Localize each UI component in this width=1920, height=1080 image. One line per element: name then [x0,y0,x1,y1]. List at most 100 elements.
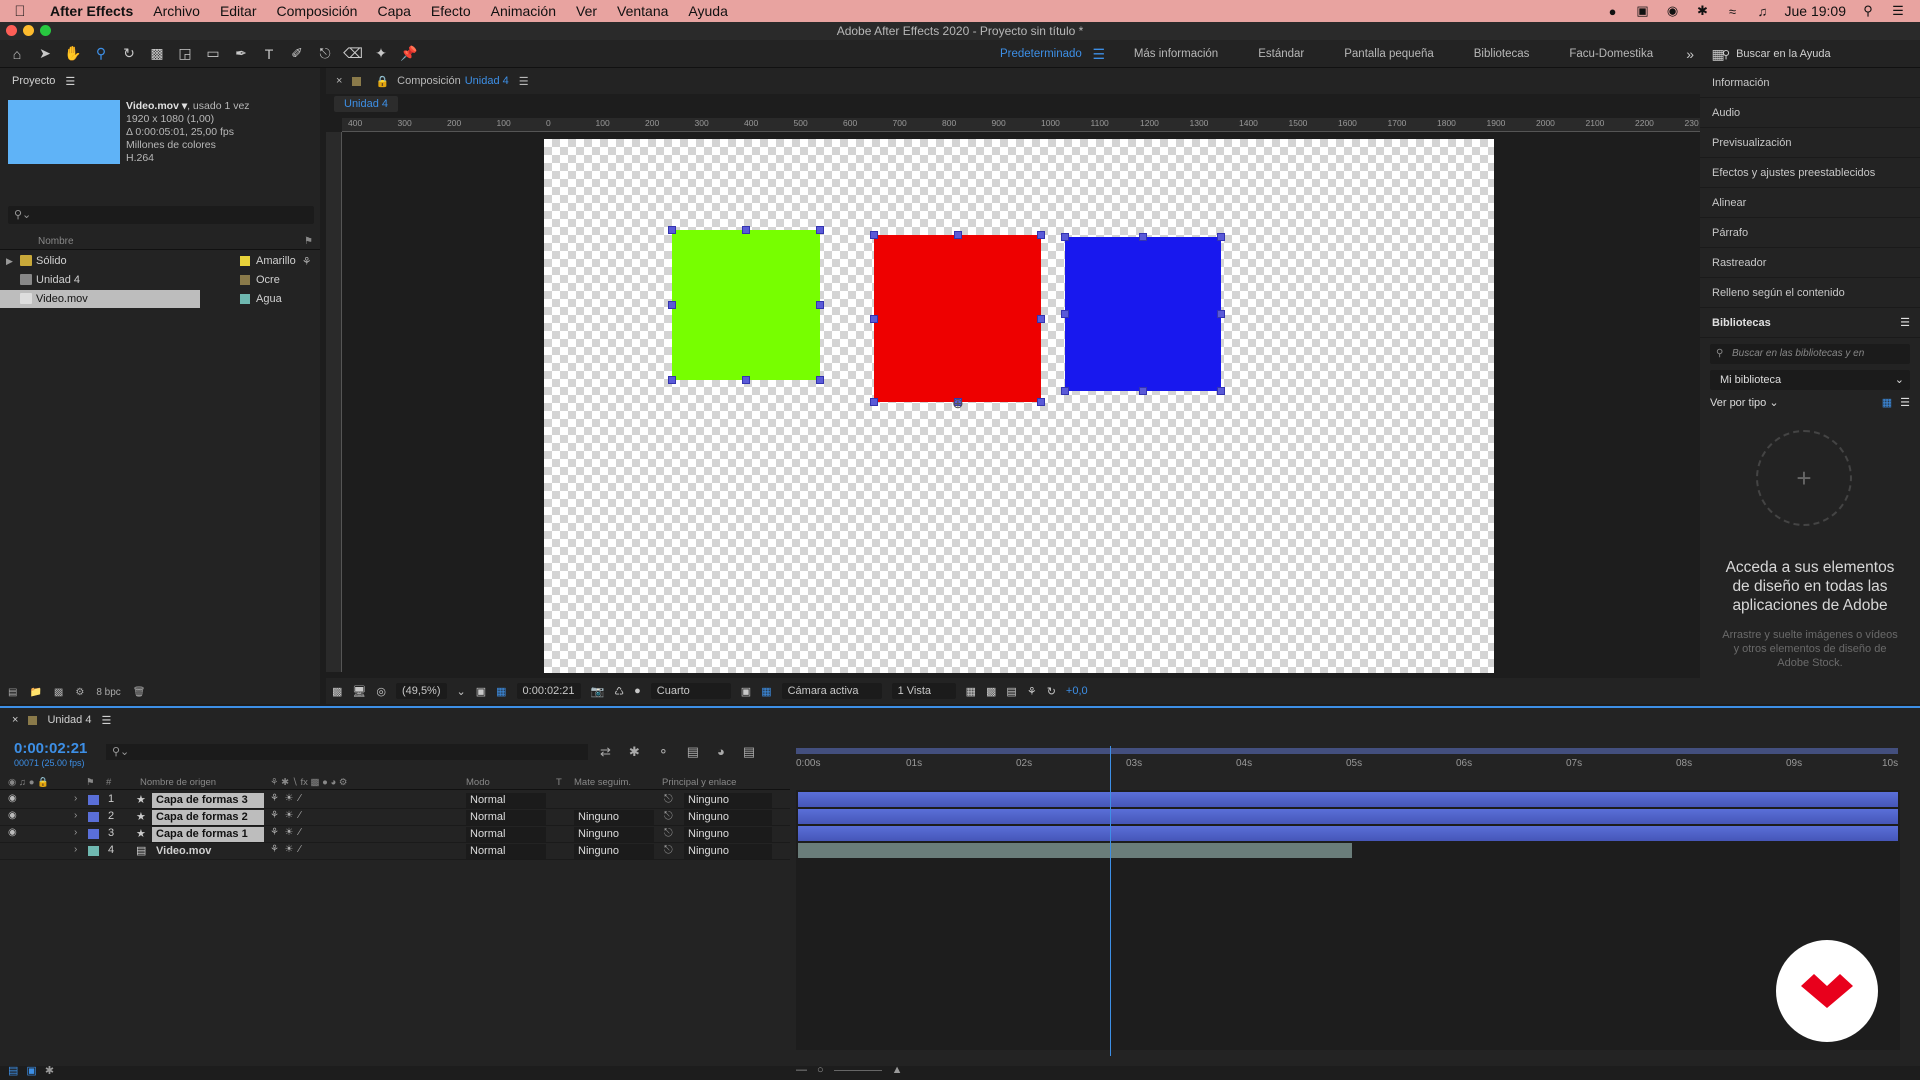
panel-audio[interactable]: Audio [1700,98,1920,128]
layer-name[interactable]: Capa de formas 2 [152,810,264,825]
motion-blur-icon[interactable]: ◕ [717,744,725,760]
transform-handle[interactable] [668,301,676,309]
track-matte-select[interactable]: Ninguno [574,810,654,825]
grid-view-icon[interactable]: ▦ [1882,396,1892,409]
workspace-bibliotecas[interactable]: Bibliotecas [1454,48,1550,60]
layer-track-bar[interactable] [798,792,1898,807]
parent-select[interactable]: Ninguno [684,827,772,842]
transform-handle[interactable] [1217,387,1225,395]
zoom-tool-icon[interactable]: ⚲ [90,44,112,64]
column-name[interactable]: Nombre [38,236,74,247]
layer-name[interactable]: Video.mov [152,844,264,859]
menu-ayuda[interactable]: Ayuda [678,3,737,19]
hand-tool-icon[interactable]: ✋ [62,44,84,64]
layer-label-swatch[interactable] [88,812,99,822]
menu-ver[interactable]: Ver [566,3,607,19]
transform-handle[interactable] [1217,233,1225,241]
layer-switches-icons[interactable]: ⚘ ☀ ∕ [270,810,301,821]
toggle-duration-icon[interactable]: ✱ [45,1064,54,1077]
home-icon[interactable]: ⌂ [6,44,28,64]
region-of-interest-icon[interactable]: ▣ [741,685,751,698]
libraries-title[interactable]: Bibliotecas [1712,317,1771,329]
transform-handle[interactable] [1061,310,1069,318]
project-menu-icon[interactable]: ☰ [65,75,75,88]
camera-snapshot-icon[interactable]: 📷 [591,685,605,698]
bit-depth[interactable]: 8 bpc [96,687,120,698]
volume-icon[interactable]: ♫ [1755,4,1771,19]
visibility-eye-icon[interactable]: ◉ [8,827,17,838]
layer-track-bar[interactable] [798,843,1353,858]
rectangle-tool-icon[interactable]: ▭ [202,44,224,64]
type-tool-icon[interactable]: T [258,44,280,64]
transform-handle[interactable] [1037,398,1045,406]
project-search-input[interactable]: ⚲⌄ [8,206,314,224]
transform-handle[interactable] [870,231,878,239]
zoom-slider-track[interactable] [833,1069,882,1071]
menu-archivo[interactable]: Archivo [143,3,210,19]
layer-label-swatch[interactable] [88,846,99,856]
menu-editar[interactable]: Editar [210,3,267,19]
label-color-swatch[interactable] [240,256,250,266]
selected-file-name[interactable]: Video.mov ▾ [126,100,187,112]
transform-handle[interactable] [668,376,676,384]
clone-stamp-tool-icon[interactable]: ⎋ [314,44,336,64]
anchor-point-icon[interactable]: ⊕ [952,395,964,412]
graph-editor-icon[interactable]: ▤ [743,744,755,760]
add-element-icon[interactable]: + [1756,430,1852,526]
parent-column[interactable]: Principal y enlace [662,777,736,788]
composition-canvas[interactable]: ⊕ [544,139,1494,673]
bluetooth-icon[interactable]: ✱ [1695,3,1711,18]
minimize-window-button[interactable] [23,25,34,36]
toggle-transparency-icon[interactable]: ▦ [761,685,771,698]
zoom-in-icon[interactable]: ▲ [892,1064,903,1076]
workspace-predeterminado[interactable]: Predeterminado [980,48,1102,60]
horizontal-ruler[interactable]: 400 300 200 100 0 100 200 300 400 500 600 700 800 900… [342,118,1700,132]
layer-track-bar[interactable] [798,826,1898,841]
layer-mode-select[interactable]: Normal [466,810,546,825]
color-channels-icon[interactable]: ● [634,685,641,697]
project-tab[interactable]: Proyecto [12,75,55,87]
label-color-swatch[interactable] [240,294,250,304]
trash-icon[interactable]: 🗑 [133,687,146,698]
parent-select[interactable]: Ninguno [684,793,772,808]
track-matte-column[interactable]: Mate seguim. [574,777,631,788]
workspace-menu-icon[interactable]: ☰ [1088,44,1110,64]
menu-capa[interactable]: Capa [367,3,420,19]
time-ruler[interactable]: 0:00s 01s 02s 03s 04s 05s 06s 07s 08s 09s 10s [796,744,1900,770]
safe-margins-icon[interactable]: ▣ [476,685,486,698]
label-column-icon[interactable]: ⚑ [304,234,313,250]
layer-row[interactable]: ◉ › 3 ★ Capa de formas 1 ⚘ ☀ ∕ Normal Ninguno ⎋ N… [0,826,790,843]
av-features-icon[interactable]: ◉ ♫ ● 🔒 [8,777,49,788]
t-column[interactable]: T [556,777,562,788]
selection-tool-icon[interactable]: ➤ [34,44,56,64]
transform-handle[interactable] [1061,387,1069,395]
workspace-mas-informacion[interactable]: Más información [1114,48,1238,60]
transform-handle[interactable] [816,376,824,384]
green-square-shape[interactable] [672,230,820,380]
track-matte-select[interactable]: Ninguno [574,827,654,842]
transform-handle[interactable] [870,398,878,406]
timeline-search-input[interactable]: ⚲⌄ [106,744,588,760]
expand-arrow-icon[interactable]: › [74,810,77,821]
pen-tool-icon[interactable]: ✒ [230,44,252,64]
parent-pickwhip-icon[interactable]: ⎋ [664,793,673,806]
layer-tracks[interactable] [796,790,1900,1050]
shy-icon[interactable]: ⚬ [658,744,669,760]
frame-blending-icon[interactable]: ▤ [687,744,699,760]
more-workspaces-icon[interactable]: » [1679,44,1701,64]
list-view-icon[interactable]: ☰ [1900,396,1910,409]
snapshot-icon[interactable]: ▩ [332,685,342,698]
parent-select[interactable]: Ninguno [684,810,772,825]
draft-3d-icon[interactable]: ✱ [629,744,640,760]
parent-pickwhip-icon[interactable]: ⎋ [664,827,673,840]
lock-icon[interactable]: 🔒 [375,75,389,88]
comp-tab-name[interactable]: Unidad 4 [465,75,509,87]
composition-mini-flowchart-icon[interactable]: ⇄ [600,744,611,760]
help-search[interactable]: ⚲ Buscar en la Ayuda [1722,44,1918,64]
transform-handle[interactable] [1139,233,1147,241]
wifi-icon[interactable]: ≈ [1725,4,1741,19]
exposure-value[interactable]: +0,0 [1066,685,1088,697]
menu-ventana[interactable]: Ventana [607,3,678,19]
transform-handle[interactable] [742,226,750,234]
close-tab-icon[interactable]: × [12,714,18,726]
